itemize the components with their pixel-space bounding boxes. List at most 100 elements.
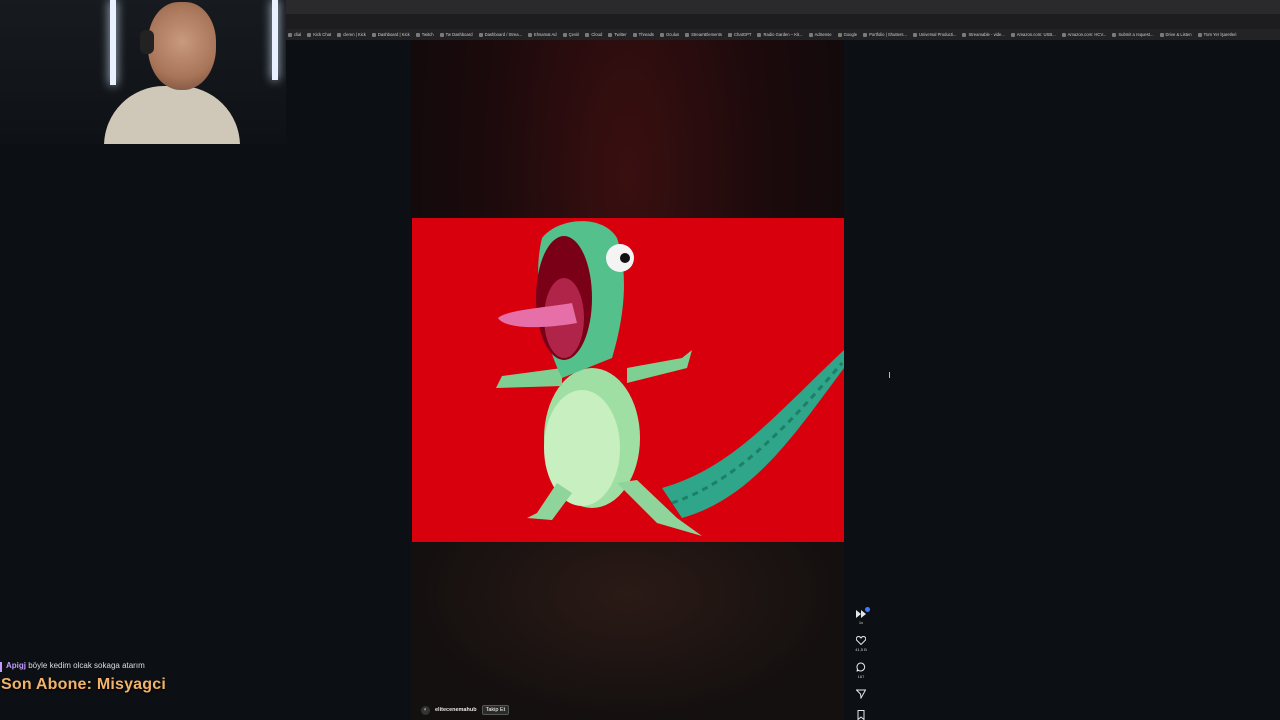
like-button[interactable]: 41,5 B	[848, 636, 874, 652]
bookmark-item[interactable]: Dashboard / Strea...	[478, 32, 523, 37]
bookmark-label: Oculus	[666, 32, 680, 37]
bookmark-item[interactable]: ChatGPT	[728, 32, 751, 37]
bookmark-label: ChatGPT	[734, 32, 752, 37]
bookmark-label: Çeviri	[568, 32, 580, 37]
bookmark-item[interactable]: clial	[288, 32, 301, 37]
favicon-icon	[1010, 32, 1015, 37]
bookmark-label: Cloud	[591, 32, 603, 37]
favicon-icon	[728, 32, 733, 37]
bookmark-label: Twitter	[614, 32, 627, 37]
favicon-icon	[439, 32, 444, 37]
speed-label: 1x	[858, 620, 864, 625]
favicon-icon	[528, 32, 533, 37]
share-button[interactable]	[848, 689, 874, 699]
fast-forward-icon	[856, 610, 866, 618]
comment-icon	[856, 662, 866, 672]
bookmark-item[interactable]: Cloud	[585, 32, 602, 37]
bookmark-item[interactable]: Google	[837, 32, 858, 37]
author-name[interactable]: elitecenemahub	[435, 707, 477, 713]
bookmark-item[interactable]: Submit a request...	[1112, 32, 1154, 37]
save-button[interactable]	[848, 710, 874, 720]
bookmark-label: Kick Chat	[313, 32, 332, 37]
favicon-icon	[585, 32, 590, 37]
ring-light-right	[272, 0, 278, 80]
favicon-icon	[415, 32, 420, 37]
favicon-icon	[660, 32, 665, 37]
bookmark-item[interactable]: cleren | Kick	[337, 32, 366, 37]
bookmark-item[interactable]: Çeviri	[562, 32, 580, 37]
comment-button[interactable]: 167	[848, 662, 874, 679]
bookmark-label: Tw Dashboard	[445, 32, 473, 37]
bookmark-item[interactable]: Ehsamat Ad	[528, 32, 557, 37]
favicon-icon	[808, 32, 813, 37]
ring-light-left	[110, 0, 116, 85]
webcam-overlay	[0, 0, 286, 144]
favicon-icon	[478, 32, 483, 37]
favicon-icon	[562, 32, 567, 37]
chat-username: Apigj	[6, 661, 26, 670]
favicon-icon	[307, 32, 312, 37]
favicon-icon	[1197, 32, 1202, 37]
bookmark-item[interactable]: Tw Dashboard	[439, 32, 473, 37]
notification-dot	[865, 607, 870, 612]
favicon-icon	[337, 32, 342, 37]
bookmark-item[interactable]: StreamElements	[685, 32, 722, 37]
favicon-icon	[912, 32, 917, 37]
bookmark-item[interactable]: AdSense	[808, 32, 832, 37]
chat-message: Apigj böyle kedim olcak sokaga atarım	[6, 661, 145, 670]
bookmark-item[interactable]: Threads	[632, 32, 654, 37]
bookmark-item[interactable]: Oculus	[660, 32, 679, 37]
bookmark-label: Twitch	[421, 32, 434, 37]
bookmarks-bar: clial Kick Chat cleren | Kick Dashboard | K…	[286, 29, 1280, 40]
bookmark-label: Radio Garden – Kit...	[763, 32, 803, 37]
bookmark-label: Submit a request...	[1118, 32, 1154, 37]
bookmark-label: Tüm Yer İşaretleri	[1203, 32, 1237, 37]
bookmark-item[interactable]: Amazon.com: USB...	[1010, 32, 1056, 37]
bookmark-item[interactable]: Streamable - vide...	[962, 32, 1005, 37]
bookmark-label: Dashboard | Kick	[377, 32, 410, 37]
bookmark-item[interactable]: Portfolio | Shutters...	[863, 32, 907, 37]
feed-bottom-area	[411, 540, 844, 720]
bookmark-item[interactable]: Amazon.com: HCV...	[1061, 32, 1106, 37]
avatar[interactable]: ◐	[421, 705, 430, 715]
bookmark-item[interactable]: Dashboard | Kick	[371, 32, 410, 37]
bookmark-icon	[857, 710, 865, 720]
bookmark-label: Google	[843, 32, 858, 37]
last-subscriber-label: Son Abone: Misyagci	[1, 676, 167, 693]
favicon-icon	[685, 32, 690, 37]
favicon-icon	[1159, 32, 1164, 37]
bookmark-label: StreamElements	[691, 32, 723, 37]
favicon-icon	[863, 32, 868, 37]
streamer-shirt	[104, 86, 240, 144]
favicon-icon	[288, 32, 292, 37]
author-bar: ◐ elitecenemahub Takip Et	[421, 705, 510, 715]
bookmark-label: AdSense	[814, 32, 832, 37]
bookmark-label: Drive & Listen	[1165, 32, 1192, 37]
bookmark-item[interactable]: Twitter	[608, 32, 627, 37]
bookmark-label: Portfolio | Shutters...	[869, 32, 907, 37]
browser-title-bar	[286, 0, 1280, 14]
bookmark-label: Dashboard / Strea...	[484, 32, 523, 37]
bookmark-item[interactable]: Radio Garden – Kit...	[757, 32, 803, 37]
likes-count: 41,5 B	[855, 647, 867, 652]
chat-accent-bar	[0, 662, 2, 672]
favicon-icon	[837, 32, 842, 37]
favicon-icon	[632, 32, 637, 37]
video-player[interactable]	[412, 218, 844, 542]
bookmark-item[interactable]: Drive & Listen	[1159, 32, 1192, 37]
favicon-icon	[608, 32, 613, 37]
bookmark-label: Streamable - vide...	[968, 32, 1005, 37]
favicon-icon	[1061, 32, 1066, 37]
bookmark-item[interactable]: Universal Producti...	[912, 32, 956, 37]
headset-icon	[140, 30, 154, 54]
comments-count: 167	[857, 674, 865, 679]
speed-button[interactable]: 1x	[848, 607, 874, 625]
bookmark-item[interactable]: Kick Chat	[307, 32, 331, 37]
bookmark-item[interactable]: Tüm Yer İşaretleri	[1197, 32, 1237, 37]
heart-icon	[856, 636, 866, 645]
follow-button[interactable]: Takip Et	[481, 705, 510, 715]
favicon-icon	[1112, 32, 1117, 37]
bookmark-item[interactable]: Twitch	[415, 32, 434, 37]
favicon-icon	[962, 32, 967, 37]
bookmark-label: clial	[294, 32, 302, 37]
